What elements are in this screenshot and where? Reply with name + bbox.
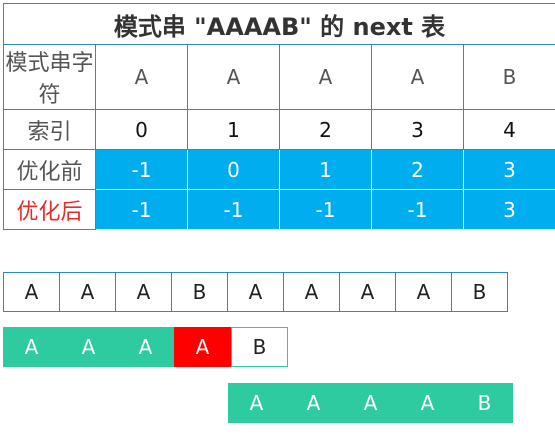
next-after-cell: -1 (187, 189, 280, 230)
pattern-mismatch-cell: A (174, 327, 231, 367)
row-after-opt: 优化后 -1 -1 -1 -1 3 (3, 189, 555, 230)
pattern-row-first: A A A A B (3, 327, 288, 367)
row-label-index: 索引 (3, 109, 96, 150)
pattern-pending-cell: B (231, 327, 288, 367)
text-char-cell: A (227, 272, 284, 312)
row-label-before-opt: 优化前 (3, 149, 96, 190)
next-before-cell: -1 (95, 149, 188, 190)
text-char-cell: A (395, 272, 452, 312)
text-char-cell: A (283, 272, 340, 312)
pattern-shifted-cell: A (228, 383, 285, 423)
index-cell: 0 (95, 109, 188, 150)
index-cell: 2 (279, 109, 372, 150)
next-before-cell: 2 (371, 149, 464, 190)
text-char-cell: B (171, 272, 228, 312)
row-before-opt: 优化前 -1 0 1 2 3 (3, 149, 555, 190)
pattern-shifted-cell: A (342, 383, 399, 423)
row-label-pattern-chars: 模式串字符 (3, 44, 96, 110)
next-before-cell: 1 (279, 149, 372, 190)
next-table: 模式串 "AAAAB" 的 next 表 模式串字符 A A A A B 索引 … (3, 3, 555, 230)
index-cell: 1 (187, 109, 280, 150)
text-char-cell: A (339, 272, 396, 312)
pattern-match-cell: A (3, 327, 60, 367)
pattern-char-cell: A (95, 44, 188, 110)
pattern-char-cell: A (279, 44, 372, 110)
pattern-match-cell: A (60, 327, 117, 367)
index-cell: 3 (371, 109, 464, 150)
pattern-char-cell: A (371, 44, 464, 110)
row-pattern-chars: 模式串字符 A A A A B (3, 44, 555, 110)
next-before-cell: 3 (463, 149, 555, 190)
next-after-cell: 3 (463, 189, 555, 230)
text-char-cell: A (3, 272, 60, 312)
table-title: 模式串 "AAAAB" 的 next 表 (3, 3, 555, 45)
row-label-after-opt: 优化后 (3, 189, 96, 230)
row-index: 索引 0 1 2 3 4 (3, 109, 555, 150)
next-after-cell: -1 (279, 189, 372, 230)
pattern-char-cell: A (187, 44, 280, 110)
index-cell: 4 (463, 109, 555, 150)
pattern-shifted-cell: B (456, 383, 513, 423)
pattern-row-second: A A A A B (228, 383, 513, 423)
text-char-cell: A (59, 272, 116, 312)
next-before-cell: 0 (187, 149, 280, 190)
next-after-cell: -1 (95, 189, 188, 230)
pattern-shifted-cell: A (285, 383, 342, 423)
pattern-shifted-cell: A (399, 383, 456, 423)
pattern-match-cell: A (117, 327, 174, 367)
text-string-row: A A A B A A A A B (3, 272, 508, 312)
text-char-cell: B (451, 272, 508, 312)
next-after-cell: -1 (371, 189, 464, 230)
pattern-char-cell: B (463, 44, 555, 110)
text-char-cell: A (115, 272, 172, 312)
